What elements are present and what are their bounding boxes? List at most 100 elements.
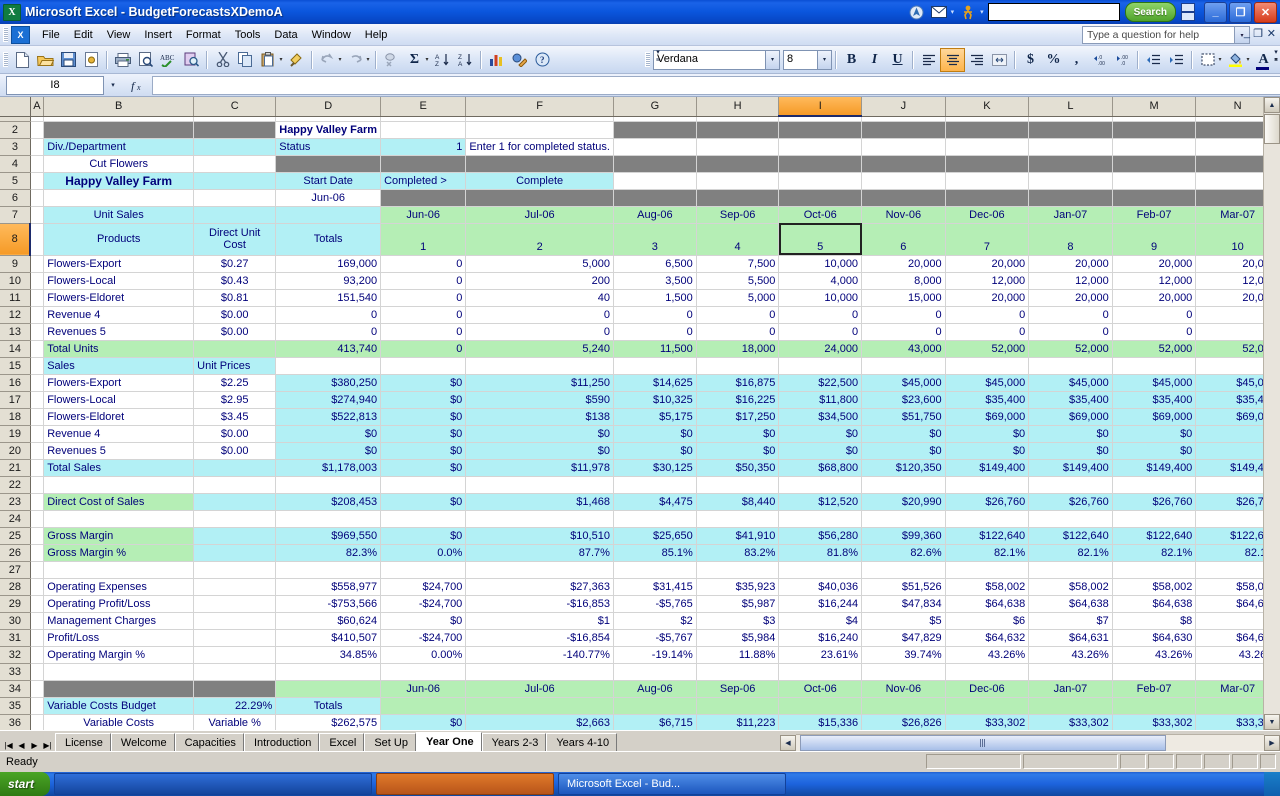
row-header-7[interactable]: 7 xyxy=(0,206,31,224)
underline-button[interactable]: U xyxy=(886,49,909,71)
prev-sheet-icon[interactable]: ◀ xyxy=(16,741,27,750)
row-header-33[interactable]: 33 xyxy=(0,663,31,681)
row-header-18[interactable]: 18 xyxy=(0,408,31,426)
search-input[interactable] xyxy=(987,3,1120,21)
column-header-F[interactable]: F xyxy=(465,97,614,117)
sheet-tab-excel[interactable]: Excel xyxy=(319,733,365,751)
sheet-tab-license[interactable]: License xyxy=(55,733,111,751)
messenger-dropdown-icon[interactable]: ▾ xyxy=(951,8,955,16)
menu-grip-handle[interactable] xyxy=(3,27,8,42)
sort-ascending-icon[interactable]: AZ xyxy=(431,49,454,71)
row-header-34[interactable]: 34 xyxy=(0,680,31,698)
decrease-indent-icon[interactable] xyxy=(1142,49,1165,71)
last-sheet-icon[interactable]: ▶| xyxy=(42,741,53,750)
search-options-icon[interactable] xyxy=(1181,3,1195,21)
column-header-E[interactable]: E xyxy=(380,97,467,117)
next-sheet-icon[interactable]: ▶ xyxy=(29,741,40,750)
scroll-right-icon[interactable]: ▶ xyxy=(1264,734,1280,751)
redo-dropdown-icon[interactable]: ▾ xyxy=(364,56,372,63)
hyperlink-icon[interactable] xyxy=(380,49,403,71)
print-preview-icon[interactable] xyxy=(134,49,157,71)
formatting-overflow-icon[interactable]: ▾ ≡ xyxy=(1274,49,1278,65)
menu-format[interactable]: Format xyxy=(179,27,228,43)
row-header-9[interactable]: 9 xyxy=(0,255,31,273)
formatting-toolbar-grip[interactable] xyxy=(645,52,650,67)
row-header-35[interactable]: 35 xyxy=(0,697,31,715)
menu-window[interactable]: Window xyxy=(305,27,358,43)
row-header-19[interactable]: 19 xyxy=(0,425,31,443)
search-button[interactable]: Search xyxy=(1124,2,1176,22)
person-dropdown-icon[interactable]: ▾ xyxy=(980,8,984,16)
help-icon[interactable]: ? xyxy=(531,49,554,71)
workbook-minimize-button[interactable]: _ xyxy=(1244,27,1250,39)
font-color-icon[interactable]: A xyxy=(1252,49,1275,71)
fill-color-dropdown-icon[interactable]: ▾ xyxy=(1244,56,1252,63)
sheet-tab-set-up[interactable]: Set Up xyxy=(364,733,416,751)
column-header-A[interactable]: A xyxy=(30,97,45,117)
toolbar-grip-handle[interactable] xyxy=(3,52,8,67)
column-header-G[interactable]: G xyxy=(613,97,697,117)
font-name-input[interactable]: Verdana xyxy=(653,49,766,70)
horizontal-scrollbar[interactable]: ◀ ▶ xyxy=(780,734,1280,751)
first-sheet-icon[interactable]: |◀ xyxy=(3,741,14,750)
row-header-24[interactable]: 24 xyxy=(0,510,31,528)
menu-file[interactable]: File xyxy=(35,27,67,43)
format-painter-icon[interactable] xyxy=(285,49,308,71)
column-header-J[interactable]: J xyxy=(861,97,946,117)
sheet-tab-welcome[interactable]: Welcome xyxy=(110,733,175,751)
messenger-icon[interactable] xyxy=(907,3,927,21)
window-minimize-button[interactable]: _ xyxy=(1204,1,1227,23)
row-header-25[interactable]: 25 xyxy=(0,527,31,545)
permission-icon[interactable] xyxy=(80,49,103,71)
comma-style-button[interactable]: , xyxy=(1065,49,1088,71)
font-size-dropdown-icon[interactable]: ▾ xyxy=(818,49,832,70)
sheet-tab-capacities[interactable]: Capacities xyxy=(174,733,244,751)
person-icon[interactable] xyxy=(958,3,978,21)
menu-tools[interactable]: Tools xyxy=(228,27,268,43)
row-header-20[interactable]: 20 xyxy=(0,442,31,460)
align-right-icon[interactable] xyxy=(965,49,988,71)
row-header-29[interactable]: 29 xyxy=(0,595,31,613)
bold-button[interactable]: B xyxy=(840,49,863,71)
drawing-icon[interactable] xyxy=(508,49,531,71)
taskbar-item[interactable] xyxy=(54,773,373,795)
print-icon[interactable] xyxy=(111,49,134,71)
column-header-M[interactable]: M xyxy=(1112,97,1197,117)
menu-view[interactable]: View xyxy=(100,27,138,43)
workbook-restore-button[interactable]: ❐ xyxy=(1253,27,1263,40)
undo-dropdown-icon[interactable]: ▾ xyxy=(336,56,344,63)
row-header-12[interactable]: 12 xyxy=(0,306,31,324)
row-header-21[interactable]: 21 xyxy=(0,459,31,477)
sheet-tab-introduction[interactable]: Introduction xyxy=(243,733,320,751)
select-all-corner[interactable] xyxy=(0,97,31,117)
insert-function-icon[interactable]: fx xyxy=(122,77,152,94)
horizontal-scroll-track[interactable] xyxy=(796,734,1264,751)
selected-cell-I8[interactable]: 5 xyxy=(778,223,863,256)
sheet-tab-year-one[interactable]: Year One xyxy=(415,732,482,751)
row-header-2[interactable]: 2 xyxy=(0,121,31,139)
row-header-8[interactable]: 8 xyxy=(0,223,32,256)
open-icon[interactable] xyxy=(34,49,57,71)
percent-style-button[interactable]: % xyxy=(1042,49,1065,71)
vertical-scroll-thumb[interactable] xyxy=(1264,114,1280,144)
row-header-3[interactable]: 3 xyxy=(0,138,31,156)
menu-insert[interactable]: Insert xyxy=(137,27,179,43)
sheet-tab-years-4-10[interactable]: Years 4-10 xyxy=(546,733,618,751)
scroll-left-icon[interactable]: ◀ xyxy=(780,734,796,751)
spelling-icon[interactable]: ABC xyxy=(157,49,180,71)
decrease-decimal-icon[interactable]: .00.0 xyxy=(1111,49,1134,71)
row-header-27[interactable]: 27 xyxy=(0,561,31,579)
sort-descending-icon[interactable]: ZA xyxy=(454,49,477,71)
window-restore-button[interactable]: ❐ xyxy=(1229,1,1252,23)
taskbar-item[interactable]: Microsoft Excel - Bud... xyxy=(558,773,787,795)
name-box-dropdown-icon[interactable]: ▾ xyxy=(104,77,122,94)
chart-wizard-icon[interactable] xyxy=(485,49,508,71)
increase-indent-icon[interactable] xyxy=(1165,49,1188,71)
row-header-13[interactable]: 13 xyxy=(0,323,31,341)
borders-dropdown-icon[interactable]: ▾ xyxy=(1216,56,1224,63)
row-header-30[interactable]: 30 xyxy=(0,612,31,630)
scroll-down-icon[interactable]: ▼ xyxy=(1264,714,1280,730)
align-center-icon[interactable] xyxy=(940,47,965,72)
align-left-icon[interactable] xyxy=(917,49,940,71)
toolbar-overflow-icon[interactable]: ▾ ≡ xyxy=(656,49,660,65)
